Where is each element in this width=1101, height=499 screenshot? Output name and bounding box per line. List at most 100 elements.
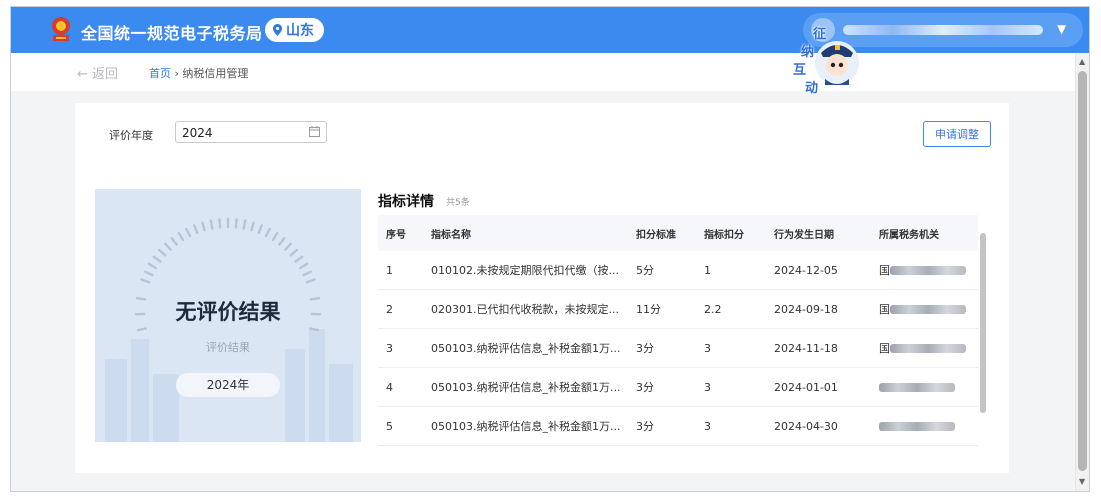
gauge-tick bbox=[242, 219, 247, 230]
gauge-tick bbox=[289, 248, 299, 257]
org-redacted bbox=[890, 265, 966, 275]
cell-standard: 11分 bbox=[636, 303, 661, 316]
year-picker[interactable]: 2024 bbox=[175, 121, 327, 143]
scroll-up-icon[interactable]: ▲ bbox=[1079, 57, 1085, 66]
col-header-deduct: 指标扣分 bbox=[704, 229, 744, 241]
gauge-tick bbox=[257, 224, 264, 235]
scroll-down-icon[interactable]: ▼ bbox=[1079, 477, 1085, 486]
org-redacted bbox=[879, 421, 955, 431]
col-header-name: 指标名称 bbox=[431, 229, 471, 241]
gauge-tick bbox=[157, 248, 167, 257]
cell-org bbox=[879, 407, 975, 445]
breadcrumb-bar: ← 返回 首页 › 纳税信用管理 bbox=[11, 53, 1075, 91]
cell-no: 1 bbox=[386, 263, 393, 277]
gauge-tick bbox=[250, 221, 255, 232]
gauge-tick bbox=[305, 278, 316, 284]
table-scrollbar[interactable] bbox=[979, 215, 987, 445]
cell-org: 国 bbox=[879, 251, 975, 289]
browser-frame: 全国统一规范电子税务局 山东 ▼ 征 纳 互 动 ← 返回 首页 › 纳税信用管… bbox=[10, 6, 1090, 492]
col-header-no: 序号 bbox=[386, 229, 406, 241]
gauge-tick bbox=[294, 255, 304, 263]
gauge-tick bbox=[163, 242, 172, 251]
org-prefix: 国 bbox=[879, 303, 890, 316]
org-redacted bbox=[890, 304, 966, 314]
table-row[interactable]: 4 050103.纳税评估信息_补税金额1万... 3分 3 2024-01-0… bbox=[378, 368, 978, 407]
gauge-tick bbox=[170, 237, 178, 246]
cell-date: 2024-09-18 bbox=[774, 302, 838, 316]
col-header-date: 行为发生日期 bbox=[774, 229, 834, 241]
gauge-tick bbox=[278, 237, 286, 246]
gauge-tick bbox=[143, 270, 154, 277]
gauge-tick bbox=[298, 262, 309, 270]
cell-standard: 5分 bbox=[636, 264, 654, 277]
tax-emblem-icon bbox=[52, 17, 70, 41]
result-status: 无评价结果 bbox=[175, 300, 281, 324]
cell-date: 2024-01-01 bbox=[774, 380, 838, 394]
col-header-org: 所属税务机关 bbox=[879, 229, 939, 241]
col-header-standard: 扣分标准 bbox=[636, 229, 676, 241]
table-row[interactable]: 5 050103.纳税评估信息_补税金额1万... 3分 3 2024-04-3… bbox=[378, 407, 978, 446]
location-pin-icon bbox=[273, 24, 282, 36]
gauge-tick bbox=[308, 327, 320, 332]
table-scroll-thumb[interactable] bbox=[980, 233, 986, 413]
gauge-tick bbox=[152, 255, 162, 263]
table-row[interactable]: 1 010102.未按规定期限代扣代缴（按... 5分 1 2024-12-05… bbox=[378, 251, 978, 290]
result-caption: 评价结果 bbox=[206, 341, 250, 354]
gauge-tick bbox=[218, 218, 222, 229]
user-name-redacted bbox=[843, 25, 1043, 35]
gauge-tick bbox=[302, 270, 313, 277]
cell-deduct: 2.2 bbox=[704, 302, 722, 316]
assistant-mascot[interactable]: 征 纳 互 动 bbox=[791, 23, 863, 96]
region-label: 山东 bbox=[286, 23, 314, 39]
mascot-char-2: 纳 bbox=[801, 45, 815, 60]
page-scroll-thumb[interactable] bbox=[1078, 71, 1087, 471]
org-redacted bbox=[879, 382, 955, 392]
mascot-char-1: 征 bbox=[813, 27, 827, 42]
cell-org: 国 bbox=[879, 290, 975, 328]
gauge-tick bbox=[209, 219, 214, 230]
cell-standard: 3分 bbox=[636, 342, 654, 355]
breadcrumb: 首页 › 纳税信用管理 bbox=[149, 65, 248, 81]
org-redacted bbox=[890, 343, 966, 353]
mascot-char-3: 互 bbox=[793, 63, 807, 78]
cell-date: 2024-12-05 bbox=[774, 263, 838, 277]
breadcrumb-separator: › bbox=[174, 67, 179, 80]
table-row[interactable]: 3 050103.纳税评估信息_补税金额1万... 3分 3 2024-11-1… bbox=[378, 329, 978, 368]
detail-title: 指标详情 bbox=[378, 194, 434, 210]
cell-no: 3 bbox=[386, 341, 393, 355]
cell-org: 国 bbox=[879, 329, 975, 367]
breadcrumb-home[interactable]: 首页 bbox=[149, 67, 171, 80]
cell-date: 2024-11-18 bbox=[774, 341, 838, 355]
gauge-tick bbox=[192, 224, 199, 235]
result-year-badge: 2024年 bbox=[176, 373, 280, 397]
calendar-icon bbox=[309, 126, 320, 137]
apply-adjustment-button[interactable]: 申请调整 bbox=[923, 121, 991, 147]
region-selector[interactable]: 山东 bbox=[265, 18, 324, 42]
cell-deduct: 3 bbox=[704, 419, 711, 433]
detail-table: 序号 指标名称 扣分标准 指标扣分 行为发生日期 所属税务机关 1 010102… bbox=[378, 215, 978, 446]
cell-name: 020301.已代扣代收税款，未按规定... bbox=[431, 303, 619, 316]
cell-deduct: 1 bbox=[704, 263, 711, 277]
cell-name: 010102.未按规定期限代扣代缴（按... bbox=[431, 264, 619, 277]
cell-name: 050103.纳税评估信息_补税金额1万... bbox=[431, 381, 621, 394]
top-header: 全国统一规范电子税务局 山东 ▼ bbox=[11, 7, 1089, 53]
caret-down-icon: ▼ bbox=[1057, 22, 1067, 36]
cell-no: 5 bbox=[386, 419, 393, 433]
gauge-tick bbox=[177, 232, 185, 242]
cell-date: 2024-04-30 bbox=[774, 419, 838, 433]
gauge-tick bbox=[284, 242, 293, 251]
cell-deduct: 3 bbox=[704, 380, 711, 394]
breadcrumb-current: 纳税信用管理 bbox=[182, 67, 249, 80]
site-title[interactable]: 全国统一规范电子税务局 bbox=[81, 20, 263, 44]
page-scrollbar[interactable]: ▲ ▼ bbox=[1075, 53, 1089, 491]
cell-no: 2 bbox=[386, 302, 393, 316]
cell-org bbox=[879, 368, 975, 406]
table-header: 序号 指标名称 扣分标准 指标扣分 行为发生日期 所属税务机关 bbox=[378, 215, 978, 251]
mascot-char-4: 动 bbox=[805, 81, 819, 96]
credit-card-panel: 评价年度 2024 申请调整 无评价结果 评价结果 2024年 指标详情 共5条… bbox=[75, 103, 1009, 473]
gauge-tick bbox=[136, 327, 147, 332]
back-link[interactable]: ← 返回 bbox=[77, 63, 118, 82]
org-prefix: 国 bbox=[879, 264, 890, 277]
table-row[interactable]: 2 020301.已代扣代收税款，未按规定... 11分 2.2 2024-09… bbox=[378, 290, 978, 329]
cell-standard: 3分 bbox=[636, 420, 654, 433]
